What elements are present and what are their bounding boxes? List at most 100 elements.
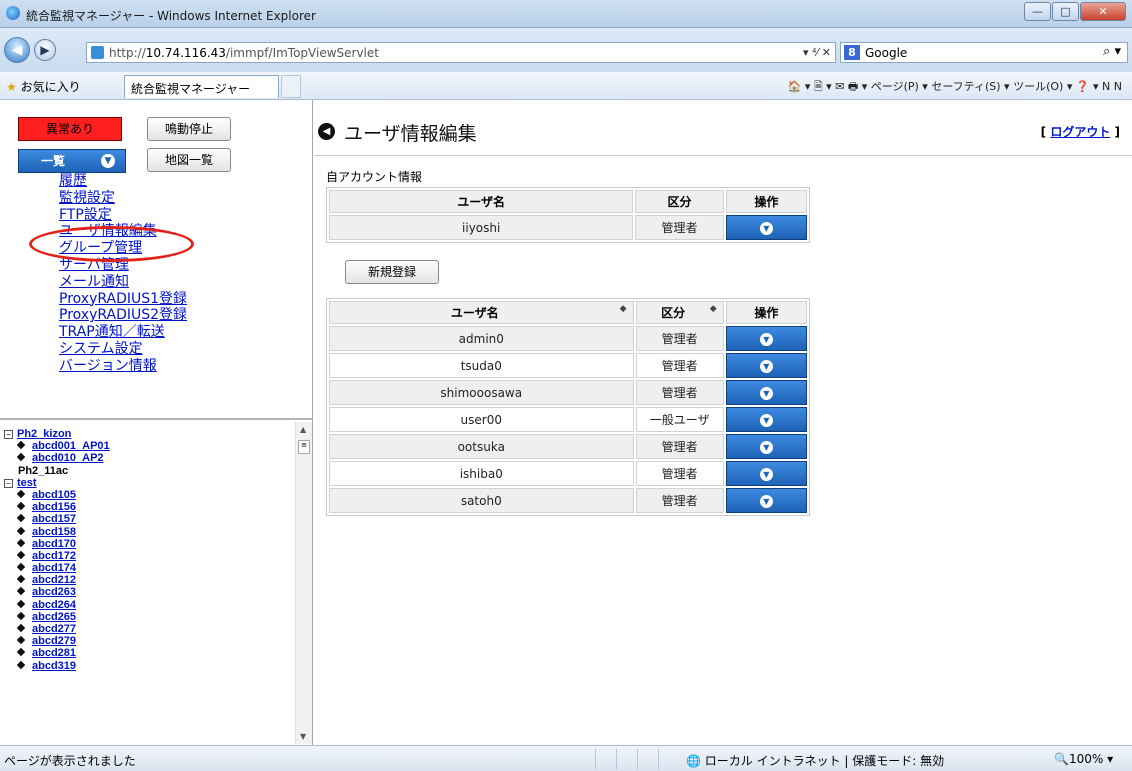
close-button[interactable]: ✕ <box>1080 2 1126 21</box>
tree-group-label[interactable]: Ph2_kizon <box>17 428 71 440</box>
action-menu-button[interactable]: ▼ <box>725 407 807 432</box>
tree-item-label[interactable]: abcd212 <box>32 574 76 586</box>
tree-item-label[interactable]: abcd264 <box>32 599 76 611</box>
menu-proxyradius2[interactable]: ProxyRADIUS2登録 <box>59 307 187 324</box>
tree-item[interactable]: abcd010_AP2 <box>0 452 293 464</box>
collapse-icon[interactable]: − <box>4 478 13 488</box>
tree-item-label[interactable]: abcd174 <box>32 562 76 574</box>
scroll-thumb[interactable]: ≡ <box>298 440 310 454</box>
tree-item-label[interactable]: abcd172 <box>32 550 76 562</box>
menu-mail-notification[interactable]: メール通知 <box>59 274 187 291</box>
status-bar: ページが表示されました 🌐 ローカル イントラネット | 保護モード: 無効 🔍… <box>0 745 1132 771</box>
zoom-level[interactable]: 🔍100% ▾ <box>1054 752 1113 766</box>
chevron-down-icon: ▼ <box>759 467 773 481</box>
menu-system-settings[interactable]: システム設定 <box>59 341 187 358</box>
tree-item[interactable]: abcd105 <box>0 489 293 501</box>
tree-item[interactable]: abcd158 <box>0 526 293 538</box>
tree-item-label[interactable]: abcd263 <box>32 586 76 598</box>
tree-item[interactable]: abcd174 <box>0 562 293 574</box>
column-header-user[interactable]: ユーザ名 ◆ <box>329 301 634 324</box>
tree-item-label[interactable]: abcd281 <box>32 647 76 659</box>
action-menu-button[interactable]: ▼ <box>725 434 807 459</box>
browser-tab[interactable]: 統合監視マネージャー <box>124 75 279 98</box>
scroll-down-icon[interactable]: ▼ <box>300 732 306 741</box>
column-header-role[interactable]: 区分 ◆ <box>635 301 724 324</box>
back-arrow-icon[interactable]: ◀ <box>318 123 335 140</box>
tree-group[interactable]: − Ph2_kizon <box>0 428 293 440</box>
sort-icon[interactable]: ◆ <box>710 304 717 314</box>
tree-item-label[interactable]: abcd158 <box>32 526 76 538</box>
collapse-icon[interactable]: − <box>4 430 13 439</box>
tree-item-label[interactable]: abcd277 <box>32 623 76 635</box>
cell-user: ootsuka <box>329 434 634 459</box>
menu-monitor-settings[interactable]: 監視設定 <box>59 190 187 207</box>
logout-link[interactable]: ログアウト <box>1050 125 1110 139</box>
tree-item-label[interactable]: abcd001_AP01 <box>32 440 110 452</box>
tree-item[interactable]: abcd172 <box>0 550 293 562</box>
chevron-down-icon: ▼ <box>759 221 773 235</box>
tree-item-label[interactable]: abcd319 <box>32 660 76 672</box>
action-menu-button[interactable]: ▼ <box>725 488 807 513</box>
address-tools[interactable]: ▾ ⁴⁄ ✕ <box>803 46 831 59</box>
left-menu-frame: 異常あり 鳴動停止 一覧 ▼ 地図一覧 履歴 監視設定 FTP設定 ユーザ情報編集… <box>0 100 313 420</box>
tree-group-label[interactable]: test <box>17 477 37 489</box>
address-url[interactable]: http://10.74.116.43/immpf/ImTopViewServl… <box>109 46 379 60</box>
tree-item-label[interactable]: abcd265 <box>32 611 76 623</box>
tree-item[interactable]: abcd212 <box>0 574 293 586</box>
command-bar[interactable]: 🏠 ▾ 🗎 ▾ ✉ 🖶 ▾ ページ(P) ▾ セーフティ(S) ▾ ツール(O)… <box>788 78 1122 97</box>
action-menu-button[interactable]: ▼ <box>725 461 807 486</box>
stop-sound-button[interactable]: 鳴動停止 <box>147 117 231 141</box>
tree-item[interactable]: abcd281 <box>0 647 293 659</box>
tree-item[interactable]: abcd265 <box>0 611 293 623</box>
menu-proxyradius1[interactable]: ProxyRADIUS1登録 <box>59 291 187 308</box>
tree-item[interactable]: abcd001_AP01 <box>0 440 293 452</box>
own-account-table: ユーザ名 区分 操作 iiyoshi 管理者 ▼ <box>326 187 810 243</box>
map-list-button[interactable]: 地図一覧 <box>147 148 231 172</box>
star-icon: ★ <box>6 80 17 94</box>
tree-item[interactable]: abcd279 <box>0 635 293 647</box>
tree-item-label[interactable]: abcd157 <box>32 513 76 525</box>
back-button[interactable]: ◀ <box>4 37 30 63</box>
action-menu-button[interactable]: ▼ <box>725 215 807 240</box>
tree-item[interactable]: abcd263 <box>0 586 293 598</box>
tree-item-label[interactable]: abcd170 <box>32 538 76 550</box>
action-menu-button[interactable]: ▼ <box>725 380 807 405</box>
new-tab-button[interactable] <box>281 75 301 98</box>
menu-version-info[interactable]: バージョン情報 <box>59 358 187 375</box>
list-dropdown-button[interactable]: 一覧 ▼ <box>18 149 126 173</box>
menu-trap-notification[interactable]: TRAP通知／転送 <box>59 324 187 341</box>
tree-item[interactable]: abcd277 <box>0 623 293 635</box>
tree-group[interactable]: − test <box>0 477 293 489</box>
chevron-down-icon: ▼ <box>759 494 773 508</box>
search-box[interactable]: 8 Google ⌕ ▾ <box>840 42 1128 63</box>
tree-item[interactable]: abcd170 <box>0 538 293 550</box>
tree-scrollbar[interactable]: ▲ ≡ ▼ <box>295 422 312 744</box>
menu-ftp-settings[interactable]: FTP設定 <box>59 207 187 224</box>
new-registration-button[interactable]: 新規登録 <box>345 260 439 284</box>
forward-button[interactable]: ▶ <box>34 39 56 61</box>
tree-item-label[interactable]: abcd010_AP2 <box>32 452 104 464</box>
sort-icon[interactable]: ◆ <box>620 304 627 314</box>
tree-item-label[interactable]: abcd279 <box>32 635 76 647</box>
scroll-up-icon[interactable]: ▲ <box>300 425 306 434</box>
tree-item[interactable]: abcd157 <box>0 513 293 525</box>
own-account-label: 自アカウント情報 <box>326 170 423 184</box>
minimize-button[interactable]: — <box>1024 2 1051 21</box>
address-input[interactable]: http://10.74.116.43/immpf/ImTopViewServl… <box>86 42 836 63</box>
tree-item[interactable]: abcd319 <box>0 660 293 672</box>
tree-item[interactable]: abcd264 <box>0 599 293 611</box>
action-menu-button[interactable]: ▼ <box>725 326 807 351</box>
table-row: tsuda0 管理者 ▼ <box>329 353 807 378</box>
security-zone[interactable]: 🌐 ローカル イントラネット | 保護モード: 無効 <box>686 752 944 769</box>
search-icon[interactable]: ⌕ ▾ <box>1103 44 1121 59</box>
alarm-button[interactable]: 異常あり <box>18 117 122 141</box>
menu-history[interactable]: 履歴 <box>59 173 187 190</box>
user-list-table: ユーザ名 ◆ 区分 ◆ 操作 admin0 管理者 ▼ tsuda0 管理者 ▼ shimooo… <box>326 298 810 516</box>
tree-item[interactable]: abcd156 <box>0 501 293 513</box>
cell-user: admin0 <box>329 326 634 351</box>
action-menu-button[interactable]: ▼ <box>725 353 807 378</box>
tree-item-label[interactable]: abcd105 <box>32 489 76 501</box>
favorites-button[interactable]: ★ お気に入り <box>6 78 81 95</box>
maximize-button[interactable]: □ <box>1052 2 1079 21</box>
tree-item-label[interactable]: abcd156 <box>32 501 76 513</box>
